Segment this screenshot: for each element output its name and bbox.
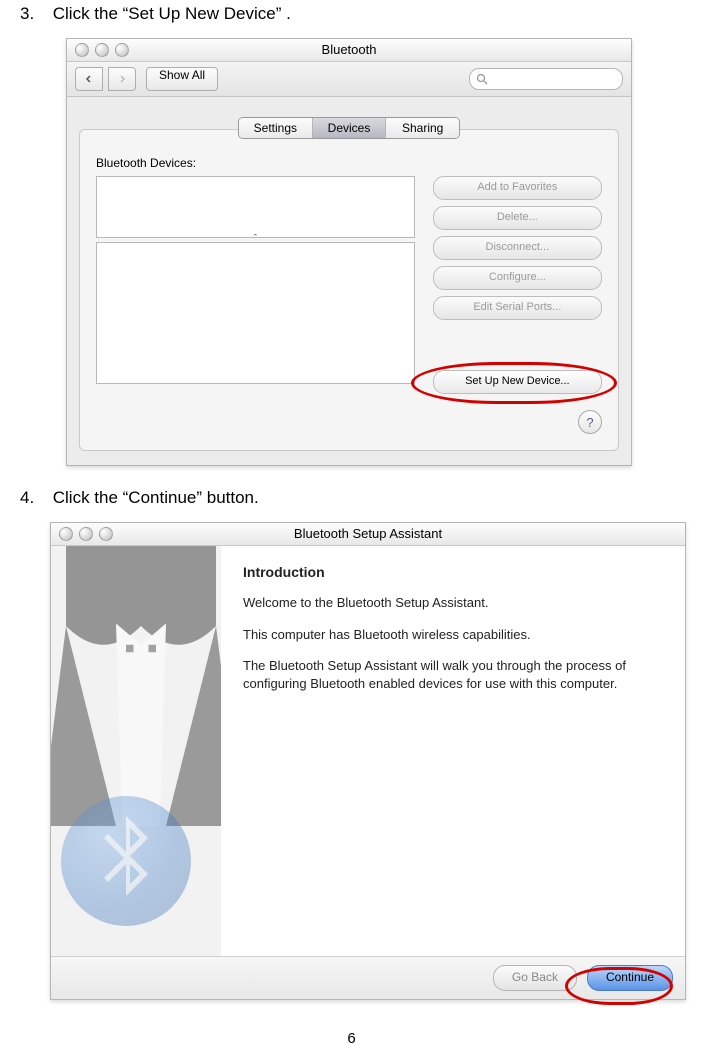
edit-serial-ports-button[interactable]: Edit Serial Ports... — [433, 296, 602, 320]
tab-settings[interactable]: Settings — [239, 118, 313, 138]
tab-devices[interactable]: Devices — [313, 118, 387, 138]
search-icon — [476, 73, 488, 85]
step-number: 3. — [20, 4, 48, 24]
search-input[interactable] — [469, 68, 623, 90]
assistant-paragraph: This computer has Bluetooth wireless cap… — [243, 626, 663, 644]
step-text: Click the “Continue” button. — [53, 488, 259, 507]
step-4-instruction: 4. Click the “Continue” button. — [20, 488, 683, 508]
help-button[interactable]: ? — [578, 410, 602, 434]
disconnect-button[interactable]: Disconnect... — [433, 236, 602, 260]
chevron-right-icon — [118, 75, 126, 83]
highlight-ellipse-icon — [565, 967, 673, 1005]
devices-panel: Bluetooth Devices: Add to Favorites Dele… — [79, 129, 619, 451]
assistant-sidebar — [51, 546, 221, 956]
highlight-ellipse-icon — [411, 362, 617, 404]
minimize-icon[interactable] — [79, 527, 93, 541]
tab-bar: Settings Devices Sharing — [238, 117, 460, 139]
step-text: Click the “Set Up New Device” . — [53, 4, 291, 23]
step-3-instruction: 3. Click the “Set Up New Device” . — [20, 4, 683, 24]
bluetooth-setup-assistant-window: Bluetooth Setup Assistant — [50, 522, 686, 1000]
assistant-paragraph: The Bluetooth Setup Assistant will walk … — [243, 657, 663, 692]
titlebar: Bluetooth Setup Assistant — [51, 523, 685, 546]
tab-sharing[interactable]: Sharing — [386, 118, 459, 138]
assistant-paragraph: Welcome to the Bluetooth Setup Assistant… — [243, 594, 663, 612]
minimize-icon[interactable] — [95, 43, 109, 57]
zoom-icon[interactable] — [99, 527, 113, 541]
zoom-icon[interactable] — [115, 43, 129, 57]
step-number: 4. — [20, 488, 48, 508]
add-favorites-button[interactable]: Add to Favorites — [433, 176, 602, 200]
close-icon[interactable] — [75, 43, 89, 57]
bluetooth-preferences-window: Bluetooth Show All Settings Devices Shar… — [66, 38, 632, 466]
assistant-content: Introduction Welcome to the Bluetooth Se… — [221, 546, 685, 956]
back-button[interactable] — [75, 67, 103, 91]
devices-label: Bluetooth Devices: — [96, 156, 602, 170]
delete-button[interactable]: Delete... — [433, 206, 602, 230]
device-details-list[interactable] — [96, 242, 415, 384]
toolbar: Show All — [67, 62, 631, 97]
assistant-heading: Introduction — [243, 564, 663, 580]
close-icon[interactable] — [59, 527, 73, 541]
paired-devices-list[interactable] — [96, 176, 415, 238]
show-all-button[interactable]: Show All — [146, 67, 218, 91]
configure-button[interactable]: Configure... — [433, 266, 602, 290]
question-icon: ? — [586, 415, 593, 430]
forward-button[interactable] — [108, 67, 136, 91]
window-title: Bluetooth — [67, 39, 631, 61]
window-title: Bluetooth Setup Assistant — [51, 523, 685, 545]
page-number: 6 — [20, 1030, 683, 1047]
titlebar: Bluetooth — [67, 39, 631, 62]
chevron-left-icon — [85, 75, 93, 83]
bluetooth-logo-icon — [61, 796, 191, 926]
tuxedo-graphic-icon — [51, 546, 221, 826]
assistant-footer: Go Back Continue — [51, 956, 685, 999]
